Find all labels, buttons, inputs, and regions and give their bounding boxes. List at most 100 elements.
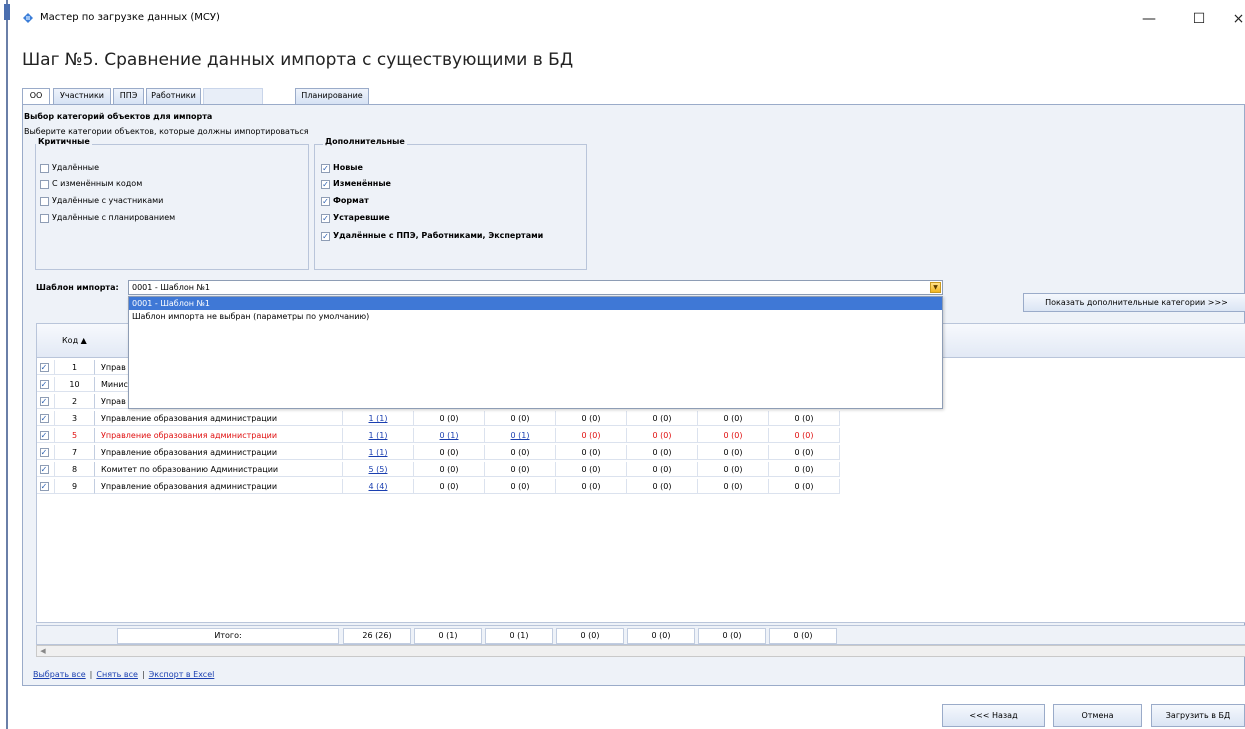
- edge-line: [6, 0, 8, 729]
- checkmark-icon[interactable]: ✓: [39, 465, 49, 474]
- cell-value-text: 0 (0): [581, 431, 601, 440]
- row-checkbox[interactable]: ✓: [37, 462, 55, 477]
- show-more-categories-button[interactable]: Показать дополнительные категории >>>: [1023, 293, 1245, 312]
- maximize-button[interactable]: ☐: [1184, 8, 1214, 30]
- row-checkbox[interactable]: ✓: [37, 479, 55, 494]
- checkmark-icon[interactable]: ✓: [321, 196, 330, 206]
- table-row[interactable]: ✓ 8 Комитет по образованию Администрации 5 …: [37, 462, 863, 477]
- checkmark-icon[interactable]: ✓: [39, 431, 49, 440]
- checkmark-icon[interactable]: ✓: [321, 179, 330, 189]
- back-button[interactable]: <<< Назад: [942, 704, 1045, 727]
- checkbox-deleted-with-participants[interactable]: Удалённые с участниками: [40, 195, 163, 207]
- cell-value: 1 (1): [343, 411, 414, 426]
- checkbox-deleted-with-planning[interactable]: Удалённые с планированием: [40, 212, 175, 224]
- cell-value-text: 0 (0): [794, 448, 814, 457]
- checkbox-box[interactable]: [40, 213, 49, 223]
- scroll-left-icon[interactable]: ◀: [38, 647, 48, 655]
- checkbox-label: Удалённые с ППЭ, Работниками, Экспертами: [333, 231, 544, 240]
- cell-value-text: 0 (0): [794, 465, 814, 474]
- load-to-db-button[interactable]: Загрузить в БД: [1151, 704, 1245, 727]
- checkbox-box[interactable]: [40, 179, 49, 189]
- dropdown-arrow-icon[interactable]: ▼: [930, 282, 941, 293]
- cell-value-text: 0 (0): [723, 448, 743, 457]
- wizard-window: Мастер по загрузке данных (МСУ) — ☐ × Ша…: [12, 0, 1245, 729]
- cell-name: Управление образования администрации: [95, 428, 343, 443]
- row-checkbox[interactable]: ✓: [37, 394, 55, 409]
- total-value: 0 (0): [556, 628, 624, 644]
- horizontal-scrollbar[interactable]: ◀ ▶: [36, 645, 1245, 657]
- cell-value: 0 (0): [414, 462, 485, 477]
- cell-value-text[interactable]: 1 (1): [369, 414, 388, 423]
- cell-value-text[interactable]: 1 (1): [369, 431, 388, 440]
- checkbox-changed-code[interactable]: С изменённым кодом: [40, 178, 142, 190]
- cell-value-text[interactable]: 5 (5): [369, 465, 388, 474]
- cell-value-text: 0 (0): [723, 414, 743, 423]
- cell-value: 0 (0): [769, 428, 840, 443]
- cell-value-text: 0 (0): [723, 482, 743, 491]
- cell-value-text: 0 (0): [439, 482, 459, 491]
- checkmark-icon[interactable]: ✓: [39, 380, 49, 389]
- checkbox-deleted[interactable]: Удалённые: [40, 162, 99, 174]
- checkbox-box[interactable]: [40, 196, 49, 206]
- table-row[interactable]: ✓ 3 Управление образования администрации 1 …: [37, 411, 863, 426]
- checkbox-box[interactable]: [40, 163, 49, 173]
- checkbox-changed[interactable]: ✓ Изменённые: [321, 178, 391, 190]
- template-select[interactable]: 0001 - Шаблон №1 ▼: [128, 280, 943, 295]
- tab-oo[interactable]: ОО: [22, 88, 50, 105]
- cell-value: 0 (1): [414, 428, 485, 443]
- checkbox-label: Удалённые с планированием: [52, 213, 176, 222]
- checkmark-icon[interactable]: ✓: [39, 363, 49, 372]
- checkmark-icon[interactable]: ✓: [39, 448, 49, 457]
- cell-value-text[interactable]: 1 (1): [369, 448, 388, 457]
- checkbox-new[interactable]: ✓ Новые: [321, 162, 363, 174]
- cell-value-text: 0 (0): [581, 482, 601, 491]
- tab-workers[interactable]: Работники: [146, 88, 201, 104]
- row-checkbox[interactable]: ✓: [37, 428, 55, 443]
- checkbox-deleted-with-ppe[interactable]: ✓ Удалённые с ППЭ, Работниками, Эксперта…: [321, 230, 543, 242]
- row-checkbox[interactable]: ✓: [37, 377, 55, 392]
- cell-code: 7: [55, 445, 95, 460]
- tab-ppe[interactable]: ППЭ: [113, 88, 144, 104]
- cell-code: 1: [55, 360, 95, 375]
- checkmark-icon[interactable]: ✓: [321, 231, 330, 241]
- template-option-1[interactable]: 0001 - Шаблон №1: [129, 297, 942, 310]
- cell-value-text: 0 (0): [510, 465, 530, 474]
- close-button[interactable]: ×: [1232, 8, 1245, 30]
- cell-name: Управление образования администрации: [95, 445, 343, 460]
- minimize-button[interactable]: —: [1134, 8, 1164, 30]
- export-excel-link[interactable]: Экспорт в Excel: [149, 670, 215, 679]
- cell-value-text[interactable]: 4 (4): [369, 482, 388, 491]
- tab-participants[interactable]: Участники: [53, 88, 111, 104]
- cancel-button[interactable]: Отмена: [1053, 704, 1142, 727]
- cell-value-text[interactable]: 0 (1): [511, 431, 530, 440]
- deselect-all-link[interactable]: Снять все: [96, 670, 138, 679]
- checkmark-icon[interactable]: ✓: [39, 414, 49, 423]
- checkbox-label: Изменённые: [333, 179, 391, 188]
- row-checkbox[interactable]: ✓: [37, 360, 55, 375]
- row-checkbox[interactable]: ✓: [37, 411, 55, 426]
- checkmark-icon[interactable]: ✓: [321, 213, 330, 223]
- table-row[interactable]: ✓ 9 Управление образования администрации 4 …: [37, 479, 863, 494]
- cell-value-text: 0 (0): [439, 414, 459, 423]
- cell-value: 0 (0): [414, 445, 485, 460]
- column-header-code[interactable]: Код ▲: [62, 336, 87, 345]
- template-option-default[interactable]: Шаблон импорта не выбран (параметры по у…: [129, 310, 942, 323]
- tab-hidden[interactable]: [203, 88, 263, 104]
- cell-value-text: 0 (0): [652, 482, 672, 491]
- table-row[interactable]: ✓ 7 Управление образования администрации 1 …: [37, 445, 863, 460]
- cell-value: 0 (0): [627, 479, 698, 494]
- checkbox-obsolete[interactable]: ✓ Устаревшие: [321, 212, 390, 224]
- row-checkbox[interactable]: ✓: [37, 445, 55, 460]
- cell-value: 0 (0): [485, 462, 556, 477]
- cell-value-text[interactable]: 0 (1): [440, 431, 459, 440]
- tab-planning[interactable]: Планирование: [295, 88, 369, 104]
- select-all-link[interactable]: Выбрать все: [33, 670, 86, 679]
- checkmark-icon[interactable]: ✓: [39, 397, 49, 406]
- checkmark-icon[interactable]: ✓: [39, 482, 49, 491]
- table-row[interactable]: ✓ 5 Управление образования администрации 1 …: [37, 428, 863, 443]
- checkbox-format[interactable]: ✓ Формат: [321, 195, 369, 207]
- cell-name: Управление образования администрации: [95, 411, 343, 426]
- cell-value-text: 0 (0): [652, 414, 672, 423]
- checkmark-icon[interactable]: ✓: [321, 163, 330, 173]
- cell-value: 0 (0): [556, 479, 627, 494]
